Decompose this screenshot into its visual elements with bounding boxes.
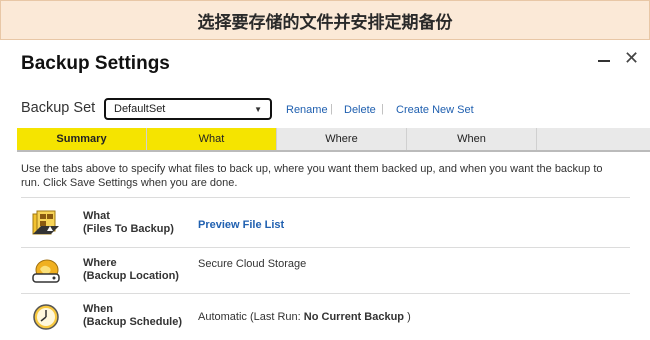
banner: 选择要存储的文件并安排定期备份 <box>0 0 650 40</box>
row-subtitle: (Files To Backup) <box>83 223 174 235</box>
schedule-suffix: ) <box>404 311 411 323</box>
banner-text: 选择要存储的文件并安排定期备份 <box>197 12 453 33</box>
summary-row-when: When (Backup Schedule) Automatic (Last R… <box>21 293 630 340</box>
cloud-drive-icon <box>32 259 60 283</box>
tab-summary[interactable]: Summary <box>17 128 147 150</box>
row-subtitle: (Backup Schedule) <box>83 316 183 328</box>
close-button[interactable]: ✕ <box>624 48 640 68</box>
backup-settings-window: Backup Settings ✕ Backup Set DefaultSet … <box>0 40 650 340</box>
tab-what[interactable]: What <box>147 128 277 150</box>
row-title: What <box>83 210 110 222</box>
last-run-status: No Current Backup <box>303 311 405 323</box>
folder-files-icon <box>32 210 59 235</box>
row-title-when: When (Backup Schedule) <box>83 303 182 329</box>
tab-where[interactable]: Where <box>277 128 407 150</box>
row-subtitle: (Backup Location) <box>83 270 179 282</box>
tab-empty <box>537 128 650 150</box>
close-icon: ✕ <box>624 48 640 68</box>
delete-link[interactable]: Delete <box>344 104 376 116</box>
rename-link[interactable]: Rename <box>286 104 328 116</box>
clock-icon <box>33 304 59 330</box>
minimize-button[interactable] <box>598 50 612 66</box>
row-title-what: What (Files To Backup) <box>83 210 174 236</box>
chevron-down-icon: ▼ <box>254 104 262 114</box>
row-title-where: Where (Backup Location) <box>83 257 179 283</box>
schedule-prefix: Automatic (Last Run: <box>198 311 304 323</box>
backup-set-label: Backup Set <box>21 100 96 116</box>
backup-location-value: Secure Cloud Storage <box>198 258 307 270</box>
preview-file-list-link[interactable]: Preview File List <box>198 219 284 231</box>
backup-set-value: DefaultSet <box>114 103 166 115</box>
instructions-text: Use the tabs above to specify what files… <box>21 163 603 189</box>
link-separator: | <box>330 103 333 115</box>
row-title: Where <box>83 257 117 269</box>
create-new-set-link[interactable]: Create New Set <box>396 104 474 116</box>
backup-set-select[interactable]: DefaultSet ▼ <box>104 98 272 120</box>
link-separator: | <box>381 103 384 115</box>
summary-row-what: What (Files To Backup) Preview File List <box>21 197 630 247</box>
summary-row-where: Where (Backup Location) Secure Cloud Sto… <box>21 247 630 293</box>
settings-tabs: Summary What Where When <box>17 128 650 152</box>
window-title: Backup Settings <box>21 53 170 74</box>
backup-schedule-value: Automatic (Last Run: No Current Backup ) <box>198 311 411 323</box>
minimize-icon <box>598 60 610 62</box>
row-title: When <box>83 303 113 315</box>
tab-when[interactable]: When <box>407 128 537 150</box>
